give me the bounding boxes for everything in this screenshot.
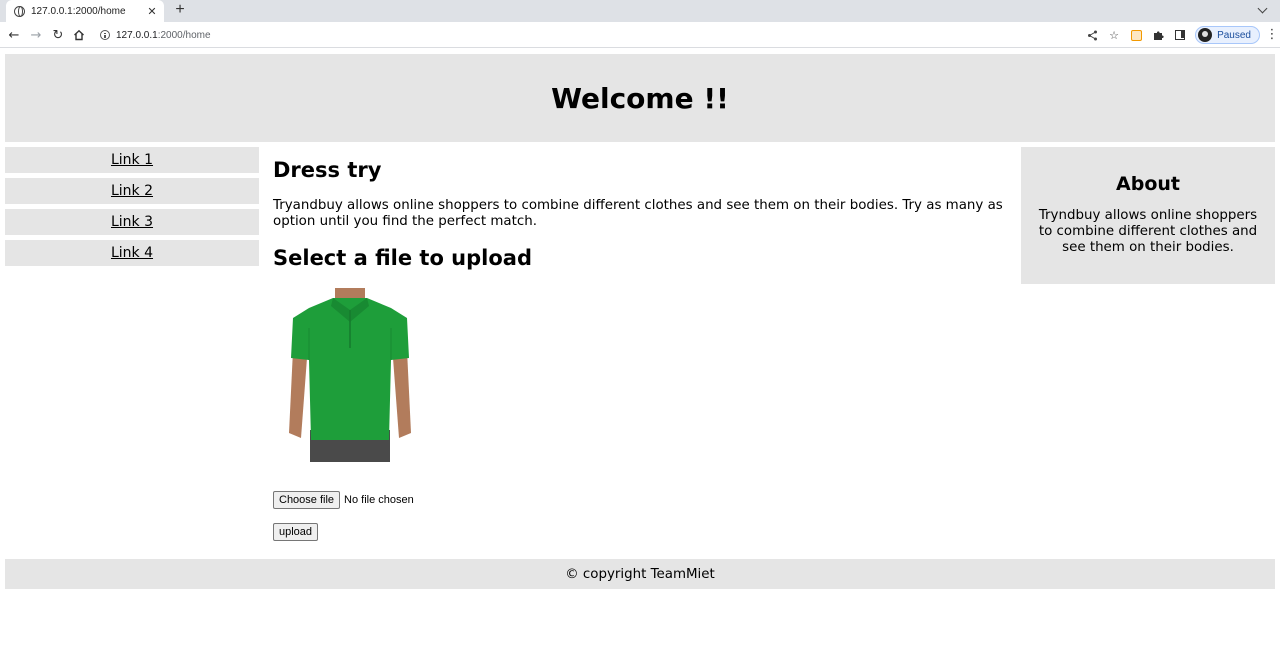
description-text: Tryandbuy allows online shoppers to comb… <box>273 198 1003 229</box>
about-heading: About <box>1116 173 1180 195</box>
link-2[interactable]: Link 2 <box>111 183 153 199</box>
extensions-menu-button[interactable] <box>1147 25 1169 45</box>
choose-file-button[interactable]: Choose file <box>273 491 341 509</box>
new-tab-button[interactable]: + <box>172 2 188 18</box>
side-panel-button[interactable] <box>1169 25 1191 45</box>
menu-button[interactable]: ⋮ <box>1264 27 1280 42</box>
sidebar: Link 1 Link 2 Link 3 Link 4 <box>5 147 259 271</box>
extension-button[interactable] <box>1125 25 1147 45</box>
reload-icon: ↻ <box>52 27 64 43</box>
share-icon <box>1087 30 1097 40</box>
forward-button[interactable]: → <box>27 26 45 44</box>
close-tab-icon[interactable]: ✕ <box>146 5 158 18</box>
reload-button[interactable]: ↻ <box>49 26 67 44</box>
browser-tab[interactable]: 127.0.0.1:2000/home ✕ <box>6 0 164 22</box>
file-status-text: No file chosen <box>344 494 414 506</box>
url-text: 127.0.0.1:2000/home <box>116 29 211 41</box>
tab-search-chevron-icon[interactable] <box>1257 3 1268 14</box>
section-heading: Dress try <box>273 158 382 182</box>
avatar <box>1198 28 1213 42</box>
about-panel: About Tryndbuy allows online shoppers to… <box>1021 147 1275 284</box>
page-footer: © copyright TeamMiet <box>5 559 1275 589</box>
share-button[interactable] <box>1081 25 1103 45</box>
puzzle-icon <box>1153 30 1164 40</box>
page-title: Welcome !! <box>551 81 729 115</box>
side-panel-icon <box>1175 30 1186 40</box>
kebab-menu-icon: ⋮ <box>1265 27 1279 42</box>
arrow-left-icon: ← <box>8 27 20 43</box>
browser-toolbar: ← → ↻ 127.0.0.1:2000/home ☆ Paused ⋮ <box>0 22 1280 48</box>
profile-button[interactable]: Paused <box>1195 26 1260 44</box>
tab-strip: 127.0.0.1:2000/home ✕ + <box>0 0 1280 22</box>
arrow-right-icon: → <box>30 27 42 43</box>
link-4[interactable]: Link 4 <box>111 245 153 261</box>
model-photo <box>283 288 417 462</box>
green-shirt-model-image <box>289 288 411 462</box>
home-icon <box>74 29 84 41</box>
sidebar-item-link-2: Link 2 <box>5 178 259 204</box>
page: Welcome !! Link 1 Link 2 Link 3 Link 4 D… <box>0 48 1280 648</box>
sidebar-item-link-3: Link 3 <box>5 209 259 235</box>
bookmark-button[interactable]: ☆ <box>1103 25 1125 45</box>
main-content: Dress try Tryandbuy allows online shoppe… <box>273 156 1013 272</box>
upload-heading: Select a file to upload <box>273 246 532 270</box>
site-info-icon[interactable] <box>100 30 110 40</box>
link-1[interactable]: Link 1 <box>111 152 153 168</box>
extension-icon <box>1130 29 1142 41</box>
page-header: Welcome !! <box>5 54 1275 142</box>
star-icon: ☆ <box>1109 28 1120 42</box>
upload-row: upload <box>273 523 319 541</box>
sidebar-item-link-4: Link 4 <box>5 240 259 266</box>
back-button[interactable]: ← <box>5 26 23 44</box>
link-3[interactable]: Link 3 <box>111 214 153 230</box>
sidebar-item-link-1: Link 1 <box>5 147 259 173</box>
about-text: Tryndbuy allows online shoppers to combi… <box>1038 208 1258 255</box>
toolbar-actions: ☆ Paused ⋮ <box>1081 25 1280 45</box>
upload-button[interactable]: upload <box>273 523 319 541</box>
globe-icon <box>14 5 25 17</box>
home-button[interactable] <box>70 26 88 44</box>
tab-title: 127.0.0.1:2000/home <box>31 5 126 17</box>
profile-status: Paused <box>1217 29 1251 41</box>
copyright-text: © copyright TeamMiet <box>565 566 715 582</box>
file-input: Choose file No file chosen <box>273 491 414 509</box>
